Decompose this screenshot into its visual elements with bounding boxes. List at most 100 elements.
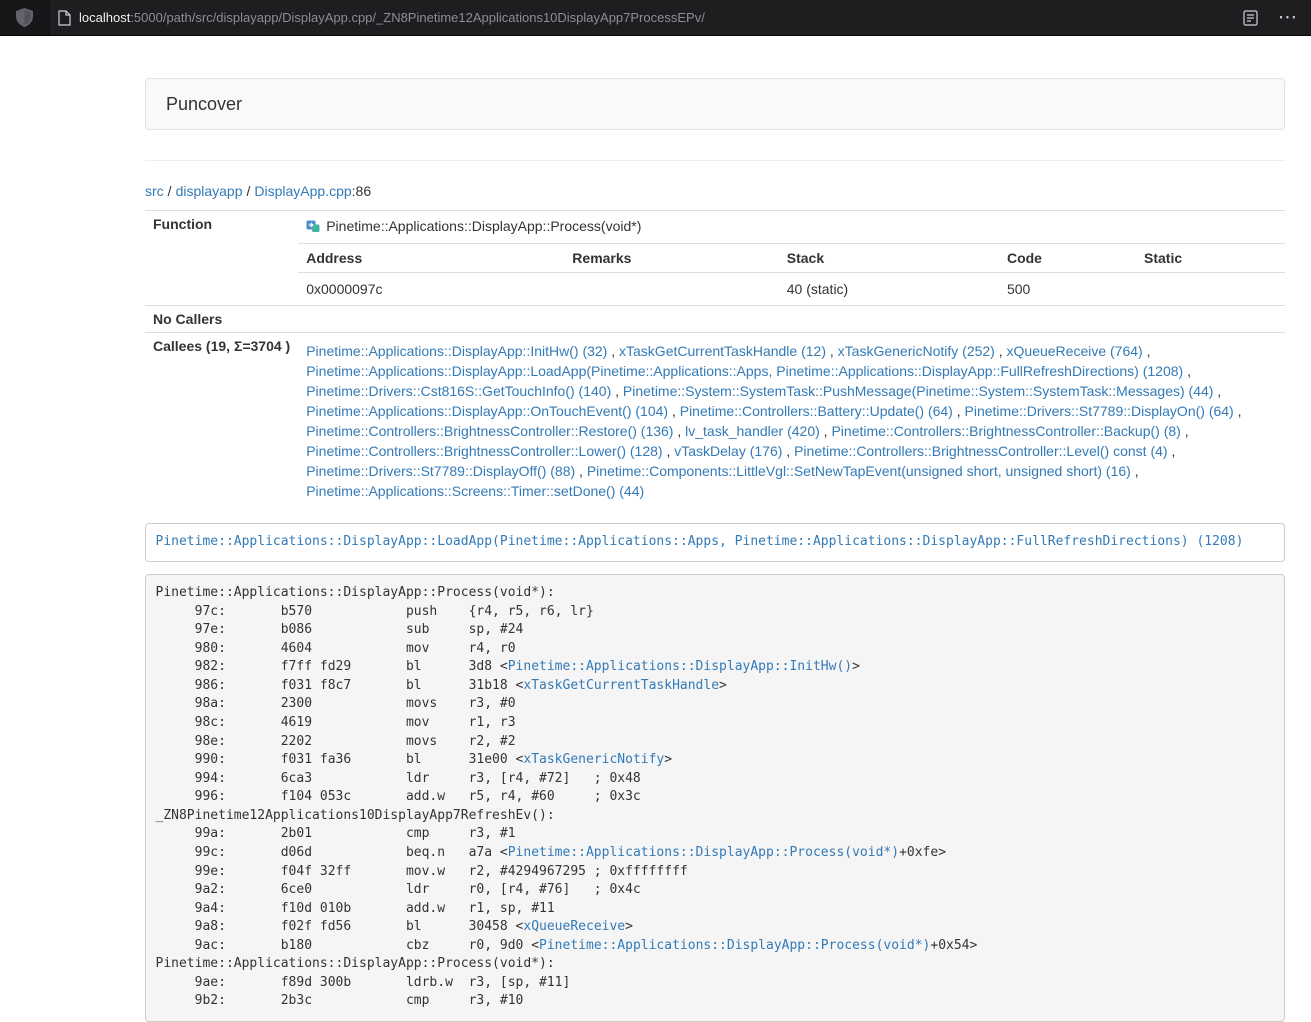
disassembly-pre: Pinetime::Applications::DisplayApp::Proc… — [145, 574, 1285, 1022]
disasm-symbol-link[interactable]: xTaskGenericNotify — [523, 752, 664, 767]
app-header-panel: Puncover — [145, 78, 1285, 130]
disasm-symbol-link[interactable]: xQueueReceive — [523, 919, 625, 934]
callees-label: Callees (19, Σ=3704 ) — [145, 333, 298, 510]
callee-separator: , — [782, 443, 794, 459]
callee-separator: , — [611, 383, 623, 399]
stack-value: 40 (static) — [779, 273, 999, 306]
asm-line: 980: 4604 mov r4, r0 — [156, 640, 1275, 659]
callee-link[interactable]: Pinetime::Applications::DisplayApp::Load… — [306, 363, 1183, 379]
function-icon — [306, 218, 320, 238]
asm-text: > — [664, 752, 672, 767]
asm-line: 9a4: f10d 010b add.w r1, sp, #11 — [156, 900, 1275, 919]
callee-link[interactable]: Pinetime::Applications::DisplayApp::OnTo… — [306, 403, 668, 419]
overflow-menu-icon[interactable]: ⋯ — [1278, 8, 1297, 27]
function-label: Function — [145, 211, 298, 244]
asm-text: 99e: f04f 32ff mov.w r2, #4294967295 ; 0… — [156, 864, 688, 879]
disasm-symbol-link[interactable]: xTaskGetCurrentTaskHandle — [523, 678, 719, 693]
topbar-actions: ⋯ — [1243, 8, 1311, 27]
asm-line: 986: f031 f8c7 bl 31b18 <xTaskGetCurrent… — [156, 677, 1275, 696]
asm-line: 9b2: 2b3c cmp r3, #10 — [156, 992, 1275, 1011]
callee-link[interactable]: Pinetime::Drivers::Cst816S::GetTouchInfo… — [306, 383, 611, 399]
function-stats-row: Address Remarks Stack Code Static 0x0000… — [145, 243, 1285, 306]
asm-text: > — [625, 919, 633, 934]
breadcrumb-link-displayapp[interactable]: displayapp — [176, 183, 243, 199]
callee-link[interactable]: xTaskGenericNotify (252) — [838, 343, 995, 359]
function-row: Function Pinetime::Applications::Display… — [145, 211, 1285, 244]
function-stats-table: Address Remarks Stack Code Static 0x0000… — [298, 243, 1285, 305]
asm-text: Pinetime::Applications::DisplayApp::Proc… — [156, 956, 555, 971]
asm-text: _ZN8Pinetime12Applications10DisplayApp7R… — [156, 808, 555, 823]
breadcrumb-link-src[interactable]: src — [145, 183, 164, 199]
callee-link[interactable]: Pinetime::Controllers::BrightnessControl… — [794, 443, 1167, 459]
breadcrumb-link-file[interactable]: DisplayApp.cpp — [254, 183, 351, 199]
callee-link[interactable]: xQueueReceive (764) — [1007, 343, 1143, 359]
asm-text: 97c: b570 push {r4, r5, r6, lr} — [156, 604, 594, 619]
asm-line: 994: 6ca3 ldr r3, [r4, #72] ; 0x48 — [156, 770, 1275, 789]
callee-link[interactable]: Pinetime::Controllers::BrightnessControl… — [306, 423, 673, 439]
selected-callee-box: Pinetime::Applications::DisplayApp::Load… — [145, 523, 1285, 562]
browser-shield-button[interactable] — [0, 0, 50, 35]
static-value — [1136, 273, 1285, 306]
asm-line: 996: f104 053c add.w r5, r4, #60 ; 0x3c — [156, 788, 1275, 807]
column-stack: Stack — [779, 244, 999, 273]
asm-text: +0xfe> — [899, 845, 946, 860]
url-bar[interactable]: localhost:5000/path/src/displayapp/Displ… — [79, 10, 705, 25]
callee-link[interactable]: xTaskGetCurrentTaskHandle (12) — [619, 343, 826, 359]
breadcrumb-line-number: :86 — [352, 183, 371, 199]
callee-link[interactable]: Pinetime::Controllers::Battery::Update()… — [680, 403, 953, 419]
disasm-symbol-link[interactable]: Pinetime::Applications::DisplayApp::Proc… — [539, 938, 930, 953]
disasm-symbol-link[interactable]: Pinetime::Applications::DisplayApp::Proc… — [508, 845, 899, 860]
asm-line: 98c: 4619 mov r1, r3 — [156, 714, 1275, 733]
asm-line: 9a2: 6ce0 ldr r0, [r4, #76] ; 0x4c — [156, 881, 1275, 900]
callee-separator: , — [575, 463, 587, 479]
callee-link[interactable]: Pinetime::Applications::DisplayApp::Init… — [306, 343, 607, 359]
function-name: Pinetime::Applications::DisplayApp::Proc… — [326, 218, 641, 234]
callee-separator: , — [953, 403, 965, 419]
callee-link[interactable]: vTaskDelay (176) — [674, 443, 782, 459]
callee-link[interactable]: Pinetime::Drivers::St7789::DisplayOff() … — [306, 463, 575, 479]
callee-separator: , — [673, 423, 685, 439]
column-address: Address — [298, 244, 564, 273]
asm-line: 97e: b086 sub sp, #24 — [156, 621, 1275, 640]
function-table: Function Pinetime::Applications::Display… — [145, 210, 1285, 509]
asm-text: 9ac: b180 cbz r0, 9d0 < — [156, 938, 540, 953]
asm-text: 99a: 2b01 cmp r3, #1 — [156, 826, 516, 841]
callee-link[interactable]: Pinetime::Controllers::BrightnessControl… — [306, 443, 662, 459]
url-path: :5000/path/src/displayapp/DisplayApp.cpp… — [130, 10, 705, 25]
asm-text: 986: f031 f8c7 bl 31b18 < — [156, 678, 524, 693]
callee-separator: , — [995, 343, 1007, 359]
callee-separator: , — [1143, 343, 1151, 359]
asm-text: 97e: b086 sub sp, #24 — [156, 622, 524, 637]
selected-callee-link[interactable]: Pinetime::Applications::DisplayApp::Load… — [156, 534, 1244, 549]
asm-text: 98a: 2300 movs r3, #0 — [156, 696, 516, 711]
asm-text: 980: 4604 mov r4, r0 — [156, 641, 516, 656]
callee-link[interactable]: Pinetime::Drivers::St7789::DisplayOn() (… — [965, 403, 1234, 419]
callee-link[interactable]: lv_task_handler (420) — [685, 423, 820, 439]
callee-link[interactable]: Pinetime::System::SystemTask::PushMessag… — [623, 383, 1214, 399]
breadcrumb: src/displayapp/DisplayApp.cpp:86 — [145, 181, 1285, 201]
browser-topbar: localhost:5000/path/src/displayapp/Displ… — [0, 0, 1311, 36]
stats-header-row: Address Remarks Stack Code Static — [298, 244, 1285, 273]
page-icon — [58, 10, 71, 26]
asm-text: 9a8: f02f fd56 bl 30458 < — [156, 919, 524, 934]
disasm-symbol-link[interactable]: Pinetime::Applications::DisplayApp::Init… — [508, 659, 852, 674]
asm-line: 990: f031 fa36 bl 31e00 <xTaskGenericNot… — [156, 751, 1275, 770]
main-content: Puncover src/displayapp/DisplayApp.cpp:8… — [145, 78, 1285, 1022]
reader-view-icon[interactable] — [1243, 10, 1258, 26]
breadcrumb-separator: / — [243, 183, 255, 199]
callee-link[interactable]: Pinetime::Controllers::BrightnessControl… — [831, 423, 1180, 439]
callee-separator: , — [668, 403, 680, 419]
asm-line: _ZN8Pinetime12Applications10DisplayApp7R… — [156, 807, 1275, 826]
asm-text: 98c: 4619 mov r1, r3 — [156, 715, 516, 730]
column-static: Static — [1136, 244, 1285, 273]
asm-line: 97c: b570 push {r4, r5, r6, lr} — [156, 603, 1275, 622]
callee-separator: , — [607, 343, 619, 359]
asm-text: 994: 6ca3 ldr r3, [r4, #72] ; 0x48 — [156, 771, 641, 786]
callee-link[interactable]: Pinetime::Applications::Screens::Timer::… — [306, 483, 644, 499]
callee-separator: , — [663, 443, 675, 459]
callee-separator: , — [820, 423, 832, 439]
asm-text: Pinetime::Applications::DisplayApp::Proc… — [156, 585, 555, 600]
asm-line: 982: f7ff fd29 bl 3d8 <Pinetime::Applica… — [156, 658, 1275, 677]
column-code: Code — [999, 244, 1136, 273]
callee-link[interactable]: Pinetime::Components::LittleVgl::SetNewT… — [587, 463, 1131, 479]
